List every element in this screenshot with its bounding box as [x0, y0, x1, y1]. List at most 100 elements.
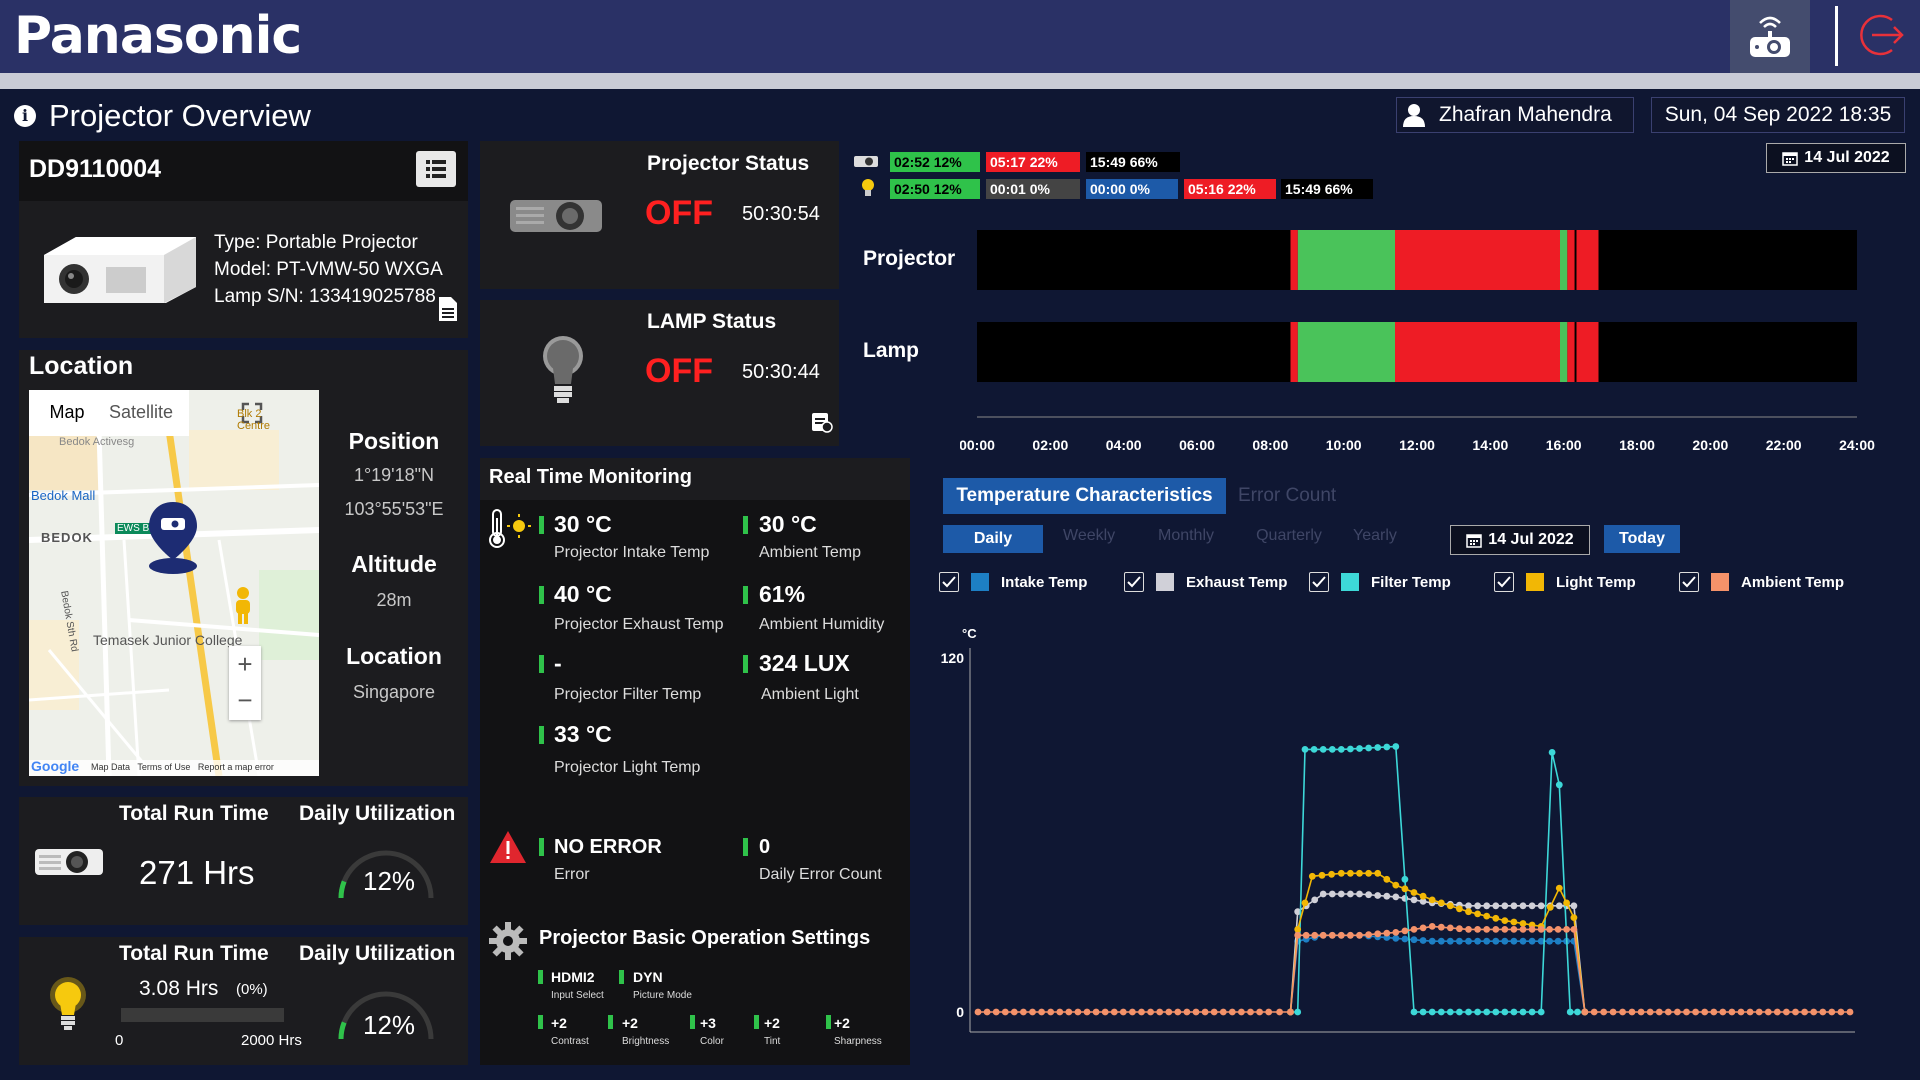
latitude: 1°19'18"N: [353, 465, 435, 485]
data-point: [1047, 1008, 1055, 1016]
data-point: [1483, 926, 1491, 933]
map-tab-satellite[interactable]: Satellite: [109, 402, 189, 423]
map-footer[interactable]: Map Data Terms of Use Report a map error: [91, 762, 274, 772]
data-point: [1492, 914, 1500, 922]
data-point: [1728, 1008, 1736, 1016]
data-point: [1294, 1008, 1302, 1016]
data-point: [1301, 746, 1309, 753]
lamp-badge-off: 15:49 66%: [1281, 179, 1373, 199]
timeline-tick-label: 12:00: [1399, 437, 1435, 453]
location-map[interactable]: Map Satellite Bedok Activesg Blk 2 Centr…: [29, 390, 319, 776]
document-icon[interactable]: [439, 297, 457, 321]
projector-control-button[interactable]: [1730, 0, 1810, 73]
data-point: [1492, 937, 1500, 945]
error-label: Error: [554, 866, 590, 883]
checkbox-checked-icon[interactable]: [1124, 572, 1144, 592]
data-point: [1428, 937, 1436, 945]
lamp-daily-util-label: Daily Utilization: [299, 942, 456, 965]
sharpness-value: +2: [834, 1015, 850, 1031]
list-icon: [426, 160, 446, 178]
lamp-history-icon[interactable]: [811, 411, 833, 433]
legend-ambient[interactable]: Ambient Temp: [1679, 572, 1844, 592]
timeline-segment-green: [1560, 322, 1568, 382]
logout-button[interactable]: [1858, 10, 1908, 60]
info-icon[interactable]: i: [14, 105, 36, 127]
indicator-bar: [539, 726, 544, 744]
legend-intake[interactable]: Intake Temp: [939, 572, 1087, 592]
calendar-icon: [1782, 152, 1799, 166]
timeline-row-lamp: Lamp: [863, 339, 920, 362]
tint-value: +2: [764, 1015, 780, 1031]
data-point: [1710, 1008, 1718, 1016]
timeline-tick-label: 22:00: [1766, 437, 1802, 453]
period-quarterly[interactable]: Quarterly: [1254, 527, 1324, 545]
data-point: [1683, 1008, 1690, 1016]
x-tick-label: 06:00: [1178, 1049, 1214, 1050]
data-point: [1566, 1008, 1574, 1016]
data-point: [1819, 1008, 1827, 1016]
checkbox-checked-icon[interactable]: [1679, 572, 1699, 592]
lamp-life-min: 0: [115, 1032, 124, 1049]
filter-temp-label: Projector Filter Temp: [554, 686, 702, 703]
map-tab-map[interactable]: Map: [37, 402, 97, 423]
chart-date-picker[interactable]: 14 Jul 2022: [1450, 525, 1590, 555]
period-monthly[interactable]: Monthly: [1156, 527, 1216, 545]
data-point: [1510, 1008, 1518, 1016]
street-view-pegman-icon[interactable]: [231, 586, 255, 626]
data-point: [1374, 869, 1382, 877]
today-button[interactable]: Today: [1604, 525, 1680, 553]
checkbox-checked-icon[interactable]: [939, 572, 959, 592]
device-lamp-sn: Lamp S/N: 133419025788: [214, 286, 436, 307]
legend-filter[interactable]: Filter Temp: [1309, 572, 1451, 592]
zoom-out-button[interactable]: −: [229, 682, 261, 718]
x-tick-label: 02:00: [1033, 1049, 1069, 1050]
timeline-tick-label: 20:00: [1692, 437, 1728, 453]
projector-util-value: 12%: [363, 866, 416, 896]
longitude: 103°55'53"E: [344, 499, 444, 519]
projector-daily-util-label: Daily Utilization: [299, 802, 456, 825]
timeline-date: 14 Jul 2022: [1804, 149, 1890, 166]
legend-exhaust[interactable]: Exhaust Temp: [1124, 572, 1287, 592]
data-point: [1410, 936, 1418, 944]
indicator-bar: [539, 655, 544, 673]
series-line-exhaust-temp: [1289, 893, 1586, 1013]
legend-light[interactable]: Light Temp: [1494, 572, 1636, 592]
ambient-temp-value: 30 °C: [759, 511, 817, 537]
tab-temperature-characteristics[interactable]: Temperature Characteristics: [943, 478, 1226, 514]
data-point: [1792, 1008, 1799, 1016]
timeline-tick-label: 06:00: [1179, 437, 1215, 453]
checkbox-checked-icon[interactable]: [1494, 572, 1514, 592]
data-point: [1483, 912, 1491, 920]
indicator-bar: [608, 1015, 613, 1029]
data-point: [1546, 926, 1553, 933]
data-point: [1537, 902, 1545, 910]
timeline-segment-red: [1576, 230, 1599, 290]
timeline-segment-black: [1574, 230, 1577, 290]
data-point: [1401, 895, 1409, 902]
device-list-button[interactable]: [416, 151, 456, 187]
indicator-bar: [743, 516, 748, 534]
zoom-in-button[interactable]: +: [229, 646, 261, 682]
data-point: [1419, 937, 1427, 944]
checkbox-checked-icon[interactable]: [1309, 572, 1329, 592]
timeline-segment-red: [1395, 230, 1560, 290]
data-point: [1465, 908, 1472, 916]
tab-error-count[interactable]: Error Count: [1238, 485, 1336, 507]
period-weekly[interactable]: Weekly: [1063, 527, 1115, 545]
map-label-tjc: Temasek Junior College: [93, 632, 243, 648]
timeline-row-projector: Projector: [863, 247, 956, 270]
data-point: [1546, 903, 1554, 911]
timeline-date-picker[interactable]: 14 Jul 2022: [1766, 143, 1906, 173]
data-point: [1356, 869, 1363, 877]
timeline-tick-label: 16:00: [1546, 437, 1582, 453]
data-point: [1383, 743, 1391, 751]
data-point: [1554, 926, 1562, 933]
period-daily[interactable]: Daily: [943, 525, 1043, 553]
projector-badge-off: 15:49 66%: [1086, 152, 1180, 172]
map-location-pin-icon[interactable]: [145, 500, 201, 576]
data-point: [1563, 926, 1570, 933]
period-yearly[interactable]: Yearly: [1350, 527, 1400, 545]
user-menu[interactable]: Zhafran Mahendra: [1396, 97, 1634, 133]
location-title: Location: [29, 352, 134, 380]
lamp-status-state: OFF: [645, 352, 713, 390]
